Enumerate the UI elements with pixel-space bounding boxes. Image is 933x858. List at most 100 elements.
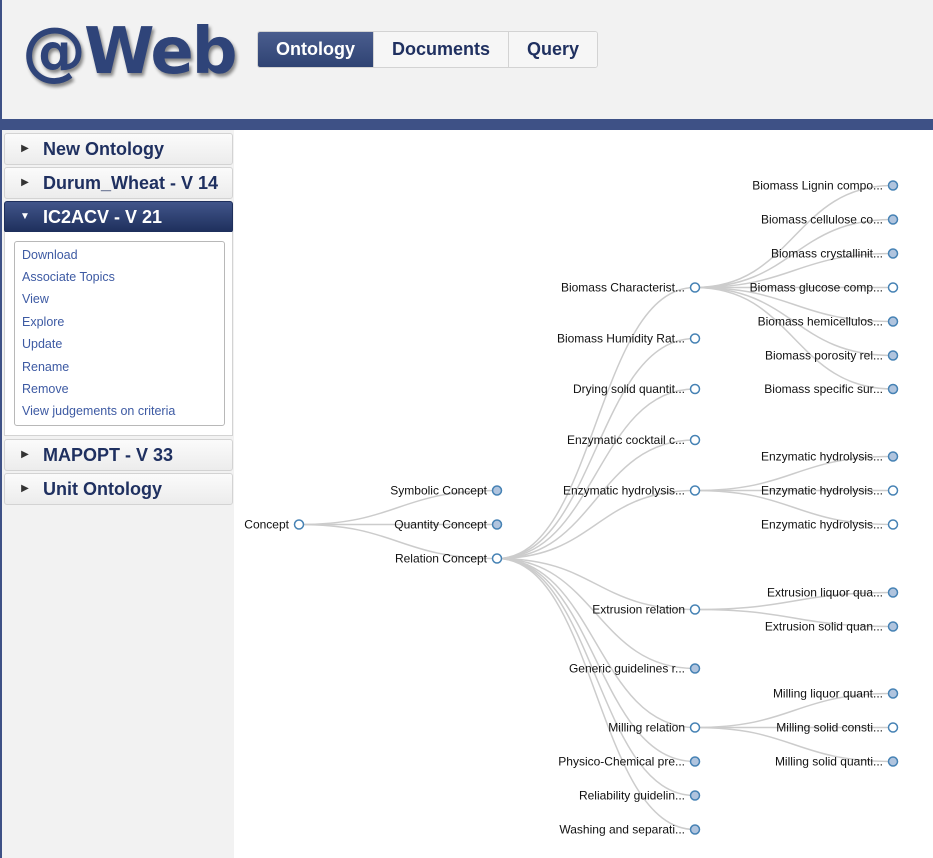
tree-node-label[interactable]: Extrusion relation [592,603,685,617]
tree-node-label[interactable]: Physico-Chemical pre... [558,755,685,769]
tree-node-level2[interactable]: Reliability guidelin... [579,789,701,803]
tree-node-label[interactable]: Milling solid consti... [776,721,883,735]
accordion-new-ontology[interactable]: ▶ New Ontology [4,133,233,165]
accordion-unit-ontology[interactable]: ▶ Unit Ontology [4,473,233,505]
tree-node-label[interactable]: Biomass Characterist... [561,281,685,295]
tab-documents[interactable]: Documents [374,32,510,67]
tree-node-level2[interactable]: Enzymatic hydrolysis... [563,484,701,498]
tree-node-label[interactable]: Enzymatic hydrolysis... [563,484,685,498]
tree-node-label[interactable]: Extrusion liquor qua... [767,586,883,600]
leaf-node-circle-icon[interactable] [689,824,701,835]
menu-download[interactable]: Download [22,247,78,263]
tree-node-label[interactable]: Biomass hemicellulos... [758,315,883,329]
tree-node-level3[interactable]: Biomass glucose comp... [750,281,899,295]
menu-view[interactable]: View [22,291,49,307]
leaf-node-circle-icon[interactable] [689,790,701,801]
tree-node-label[interactable]: Generic guidelines r... [569,662,685,676]
expand-node-circle-icon[interactable] [689,333,701,344]
leaf-node-circle-icon[interactable] [887,688,899,699]
tree-node-level2[interactable]: Generic guidelines r... [569,662,701,676]
leaf-node-circle-icon[interactable] [887,383,899,395]
accordion-durum-wheat[interactable]: ▶ Durum_Wheat - V 14 [4,167,233,199]
leaf-node-circle-icon[interactable] [689,756,701,767]
expand-node-circle-icon[interactable] [689,604,701,615]
tree-node-label[interactable]: Relation Concept [395,552,488,566]
menu-remove[interactable]: Remove [22,381,69,397]
menu-rename[interactable]: Rename [22,359,69,375]
tree-node-label[interactable]: Biomass Lignin compo... [752,179,883,193]
leaf-node-circle-icon[interactable] [887,350,899,361]
tree-node-level3[interactable]: Biomass hemicellulos... [758,315,899,329]
tree-node-label[interactable]: Symbolic Concept [390,484,487,498]
expand-node-circle-icon[interactable] [689,282,701,293]
menu-associate-topics[interactable]: Associate Topics [22,269,115,285]
expand-node-circle-icon[interactable] [293,519,305,530]
tree-node-level3[interactable]: Enzymatic hydrolysis... [761,484,899,498]
tree-node-label[interactable]: Quantity Concept [394,518,487,532]
tree-node-label[interactable]: Enzymatic cocktail c... [567,433,685,447]
tree-node-level2[interactable]: Drying solid quantit... [573,382,701,396]
leaf-node-circle-icon[interactable] [491,519,503,530]
expand-node-circle-icon[interactable] [887,485,899,496]
leaf-node-circle-icon[interactable] [887,214,899,225]
tree-node-level3[interactable]: Enzymatic hydrolysis... [761,518,899,532]
tree-node-level3[interactable]: Extrusion liquor qua... [767,586,899,600]
tree-node-label[interactable]: Washing and separati... [559,823,685,837]
tree-node-label[interactable]: Milling relation [608,721,685,735]
tree-node-level2[interactable]: Washing and separati... [559,823,701,837]
ontology-tree-canvas[interactable]: Concept Symbolic Concept Quantity Concept R… [234,130,933,858]
leaf-node-circle-icon[interactable] [887,451,899,462]
leaf-node-circle-icon[interactable] [491,485,503,496]
leaf-node-circle-icon[interactable] [887,621,899,632]
tree-node-label[interactable]: Milling liquor quant... [773,687,883,701]
expand-node-circle-icon[interactable] [689,383,701,395]
expand-node-circle-icon[interactable] [689,434,701,446]
tree-node-level2[interactable]: Biomass Humidity Rat... [557,332,701,346]
menu-explore[interactable]: Explore [22,314,64,330]
tree-node-label[interactable]: Enzymatic hydrolysis... [761,518,883,532]
tree-node-level2[interactable]: Biomass Characterist... [561,281,701,295]
expand-node-circle-icon[interactable] [887,282,899,293]
tree-node-label[interactable]: Biomass glucose comp... [750,281,883,295]
leaf-node-circle-icon[interactable] [887,248,899,259]
accordion-ic2acv[interactable]: ▼ IC2ACV - V 21 [4,201,233,233]
tree-node-label[interactable]: Biomass porosity rel... [765,349,883,363]
tree-node-label[interactable]: Biomass specific sur... [764,382,883,396]
leaf-node-circle-icon[interactable] [887,316,899,327]
leaf-node-circle-icon[interactable] [689,663,701,674]
tree-node-label[interactable]: Reliability guidelin... [579,789,685,803]
accordion-mapopt[interactable]: ▶ MAPOPT - V 33 [4,439,233,471]
tree-node-label[interactable]: Biomass Humidity Rat... [557,332,685,346]
expand-node-circle-icon[interactable] [887,722,899,733]
tree-node-label[interactable]: Enzymatic hydrolysis... [761,484,883,498]
tree-node-label[interactable]: Drying solid quantit... [573,382,685,396]
tree-node-level3[interactable]: Biomass porosity rel... [765,349,899,363]
leaf-node-circle-icon[interactable] [887,756,899,767]
expand-node-circle-icon[interactable] [887,519,899,530]
expand-node-circle-icon[interactable] [689,722,701,733]
tree-node-level3[interactable]: Milling solid consti... [776,721,899,735]
tree-node-label[interactable]: Enzymatic hydrolysis... [761,450,883,464]
expand-node-circle-icon[interactable] [689,485,701,496]
tree-node-label[interactable]: Biomass cellulose co... [761,213,883,227]
leaf-node-circle-icon[interactable] [887,180,899,191]
menu-update[interactable]: Update [22,336,62,352]
tree-node-root[interactable]: Concept [244,518,305,532]
tree-node-level2[interactable]: Extrusion relation [592,603,701,617]
tree-node-level3[interactable]: Biomass Lignin compo... [752,179,899,193]
tree-node-label[interactable]: Milling solid quanti... [775,755,883,769]
tree-node-level3[interactable]: Milling liquor quant... [773,687,899,701]
tree-node-level1[interactable]: Symbolic Concept [390,484,503,498]
tab-query[interactable]: Query [509,32,598,67]
menu-view-judgements[interactable]: View judgements on criteria [22,403,175,419]
tree-node-level3[interactable]: Extrusion solid quan... [765,620,899,634]
tab-ontology[interactable]: Ontology [258,32,374,67]
tree-node-level2[interactable]: Physico-Chemical pre... [558,755,701,769]
tree-node-level3[interactable]: Biomass cellulose co... [761,213,899,227]
tree-node-level3[interactable]: Biomass specific sur... [764,382,899,396]
leaf-node-circle-icon[interactable] [887,587,899,598]
tree-node-level3[interactable]: Milling solid quanti... [775,755,899,769]
expand-node-circle-icon[interactable] [491,553,503,564]
tree-node-level1[interactable]: Relation Concept [395,552,503,566]
tree-node-level1[interactable]: Quantity Concept [394,518,503,532]
